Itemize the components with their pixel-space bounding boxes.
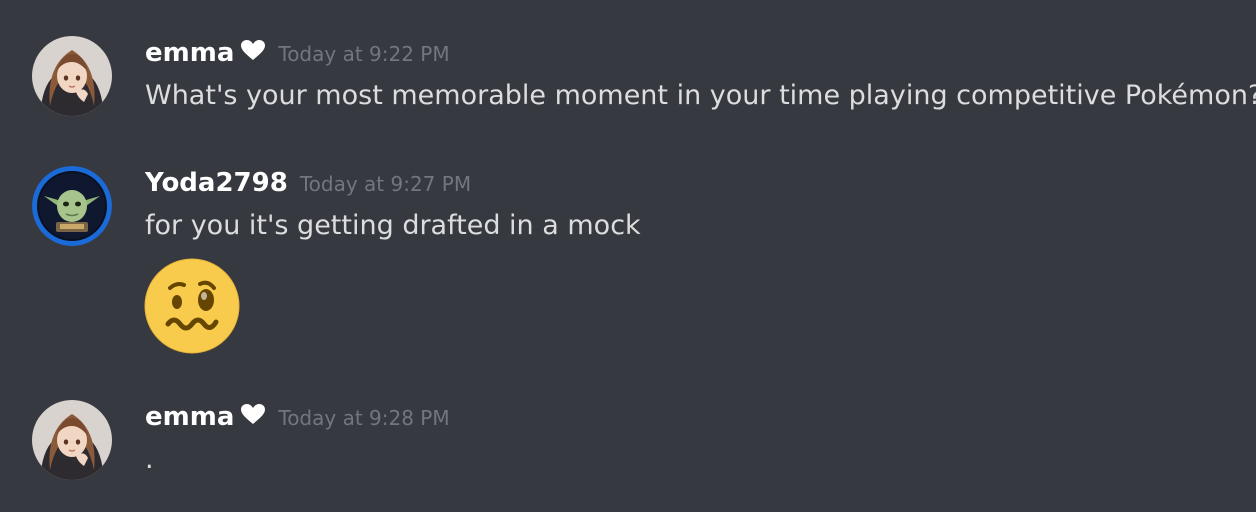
avatar[interactable]: [32, 166, 112, 246]
chat-log: emma Today at 9:22 PM What's your most me…: [0, 0, 1256, 512]
message-content: .: [145, 444, 154, 475]
avatar-image: [32, 36, 112, 116]
message-header: emma Today at 9:28 PM: [145, 402, 450, 432]
avatar-image: [32, 166, 112, 246]
avatar-image: [32, 400, 112, 480]
timestamp: Today at 9:27 PM: [299, 172, 472, 196]
woozy-face-emoji[interactable]: [144, 258, 240, 354]
message-header: emma Today at 9:22 PM: [145, 38, 450, 68]
avatar[interactable]: [32, 400, 112, 480]
username[interactable]: emma: [145, 38, 234, 68]
message-content: for you it's getting drafted in a mock: [145, 210, 641, 241]
timestamp: Today at 9:28 PM: [278, 406, 450, 430]
message-header: Yoda2798 Today at 9:27 PM: [145, 168, 471, 198]
heart-icon: [240, 39, 266, 65]
message-content: What's your most memorable moment in you…: [145, 80, 1256, 111]
avatar[interactable]: [32, 36, 112, 116]
heart-icon: [240, 403, 266, 429]
username[interactable]: Yoda2798: [145, 168, 288, 198]
timestamp: Today at 9:22 PM: [278, 42, 450, 66]
username[interactable]: emma: [145, 402, 234, 432]
